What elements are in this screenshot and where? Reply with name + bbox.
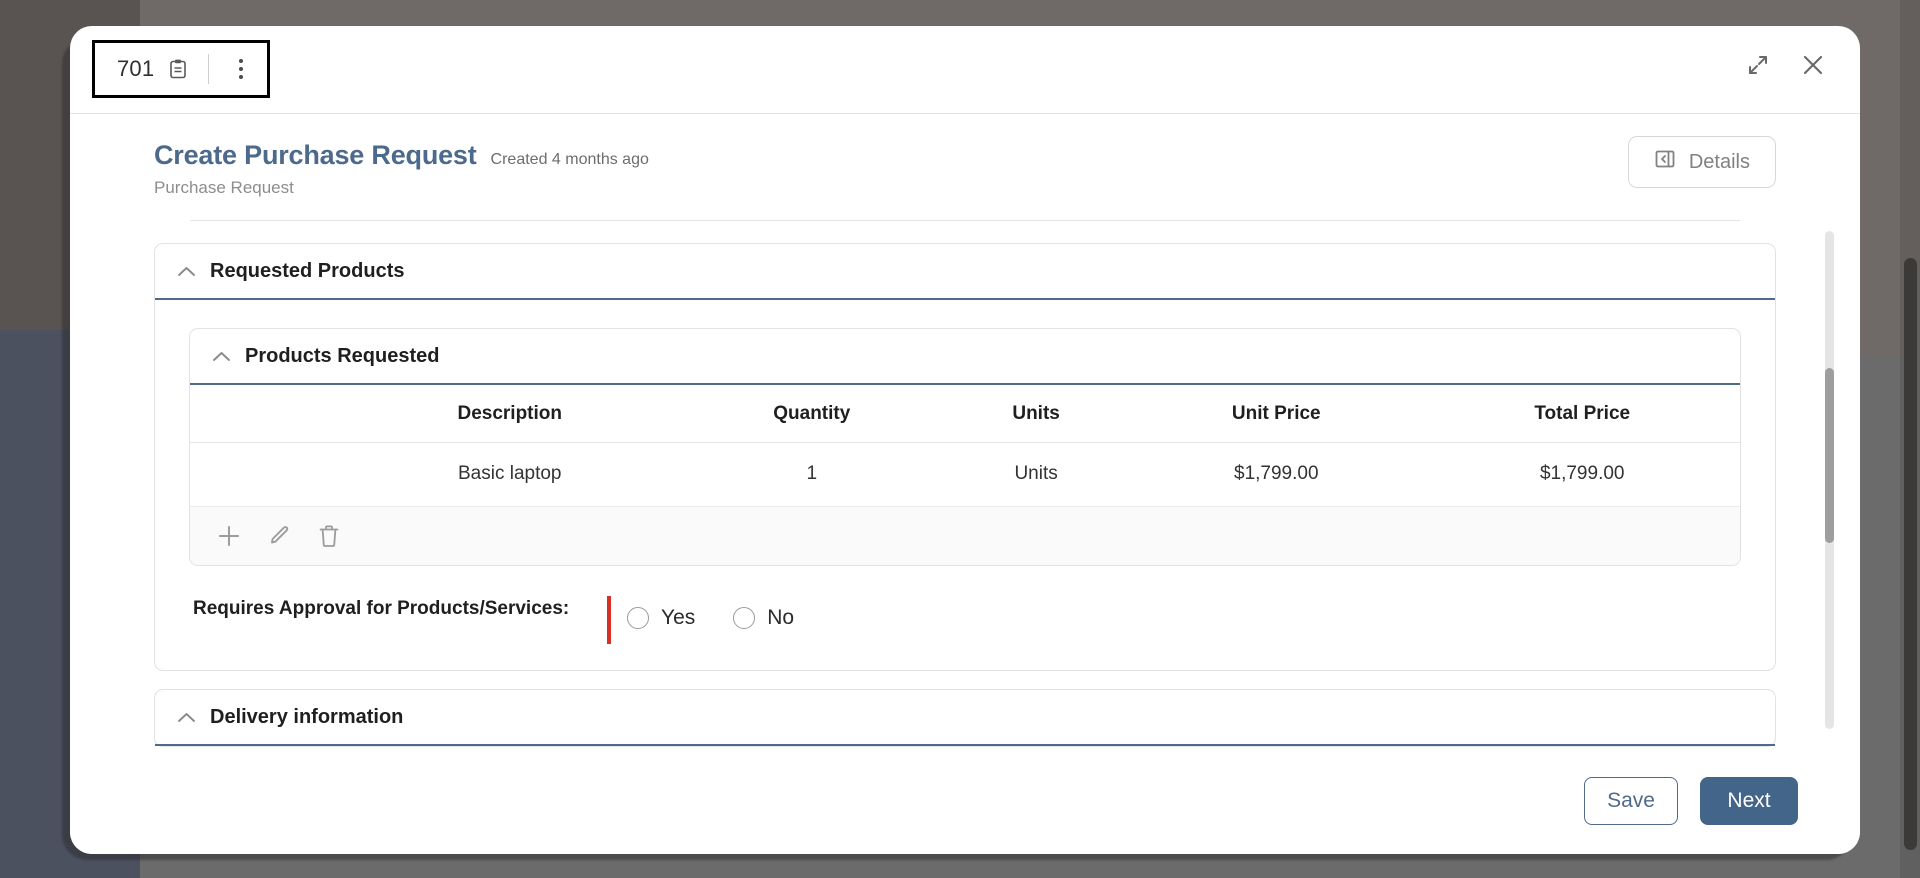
- field-label-requires-approval: Requires Approval for Products/Services:: [193, 598, 570, 619]
- products-table-head: Description Quantity Units Unit Price To…: [190, 385, 1740, 443]
- products-table-body: Basic laptop 1 Units $1,799.00 $1,799.00: [190, 442, 1740, 507]
- modal-titlebar: 701: [70, 26, 1860, 114]
- section-products-requested: Products Requested Description Quantity …: [189, 328, 1741, 566]
- radio-option-no[interactable]: No: [733, 606, 794, 630]
- table-action-bar: [190, 507, 1740, 565]
- record-modal: 701 Create Purchase Request Created 4 mo…: [70, 26, 1860, 854]
- panel-collapse-icon: [1654, 148, 1676, 176]
- chevron-up-icon[interactable]: [177, 265, 196, 278]
- section-title: Requested Products: [210, 260, 405, 282]
- section-header-requested-products[interactable]: Requested Products: [155, 244, 1775, 300]
- page-scrollbar[interactable]: [1900, 0, 1920, 878]
- radio-label-yes: Yes: [661, 606, 696, 629]
- form-scrollbar[interactable]: [1825, 231, 1834, 729]
- cell-unit-price: $1,799.00: [1128, 442, 1425, 507]
- section-header-delivery-information[interactable]: Delivery information: [155, 690, 1775, 746]
- page-scrollbar-thumb[interactable]: [1904, 258, 1917, 850]
- column-header-unit-price: Unit Price: [1128, 385, 1425, 443]
- created-timestamp: Created 4 months ago: [490, 151, 649, 168]
- titlebar-actions: [1746, 52, 1826, 78]
- record-type-subtitle: Purchase Request: [154, 178, 294, 197]
- chevron-up-icon[interactable]: [212, 350, 231, 363]
- field-requires-approval: Requires Approval for Products/Services:…: [189, 596, 1741, 644]
- table-row[interactable]: Basic laptop 1 Units $1,799.00 $1,799.00: [190, 442, 1740, 507]
- details-button-label: Details: [1688, 150, 1750, 173]
- clipboard-icon[interactable]: [168, 58, 188, 80]
- table-header-row: Description Quantity Units Unit Price To…: [190, 385, 1740, 443]
- column-header-quantity: Quantity: [679, 385, 945, 443]
- section-requested-products: Requested Products Products Requested De…: [154, 243, 1776, 671]
- column-header-description: Description: [340, 385, 680, 443]
- modal-footer: Save Next: [70, 758, 1860, 854]
- radio-group-requires-approval: Yes No: [627, 596, 794, 630]
- plus-icon[interactable]: [216, 523, 242, 549]
- pencil-icon[interactable]: [268, 524, 292, 548]
- cell-total-price: $1,799.00: [1424, 442, 1740, 507]
- chip-divider: [208, 54, 210, 84]
- cell-units: Units: [944, 442, 1129, 507]
- form-scrollbar-thumb[interactable]: [1825, 368, 1834, 543]
- trash-icon[interactable]: [318, 524, 340, 548]
- radio-label-no: No: [767, 606, 795, 629]
- column-header-units: Units: [944, 385, 1129, 443]
- cell-description: Basic laptop: [340, 442, 680, 507]
- radio-dot-yes[interactable]: [627, 607, 649, 629]
- next-button[interactable]: Next: [1700, 777, 1798, 825]
- cell-select: [190, 442, 340, 507]
- radio-dot-no[interactable]: [733, 607, 756, 629]
- section-header-products-requested[interactable]: Products Requested: [190, 329, 1740, 385]
- section-title: Delivery information: [210, 706, 404, 728]
- section-delivery-information: Delivery information: [154, 689, 1776, 747]
- required-indicator: [607, 596, 611, 644]
- section-title: Products Requested: [245, 345, 440, 367]
- page-title: Create Purchase Request: [154, 140, 477, 170]
- details-button[interactable]: Details: [1627, 136, 1776, 188]
- close-icon[interactable]: [1800, 52, 1826, 78]
- form-scroll-area[interactable]: Requested Products Products Requested De…: [70, 221, 1860, 758]
- column-header-total-price: Total Price: [1424, 385, 1740, 443]
- section-body-requested-products: Products Requested Description Quantity …: [155, 300, 1775, 670]
- cell-quantity: 1: [679, 442, 945, 507]
- record-header: Create Purchase Request Created 4 months…: [70, 114, 1860, 221]
- expand-icon[interactable]: [1746, 53, 1770, 77]
- products-table: Description Quantity Units Unit Price To…: [190, 385, 1740, 507]
- column-header-select: [190, 385, 340, 443]
- record-number: 701: [117, 56, 155, 81]
- chevron-up-icon[interactable]: [177, 711, 196, 724]
- record-id-chip[interactable]: 701: [92, 40, 271, 98]
- more-options-icon[interactable]: [229, 55, 253, 83]
- save-button[interactable]: Save: [1584, 777, 1678, 825]
- radio-option-yes[interactable]: Yes: [627, 606, 695, 630]
